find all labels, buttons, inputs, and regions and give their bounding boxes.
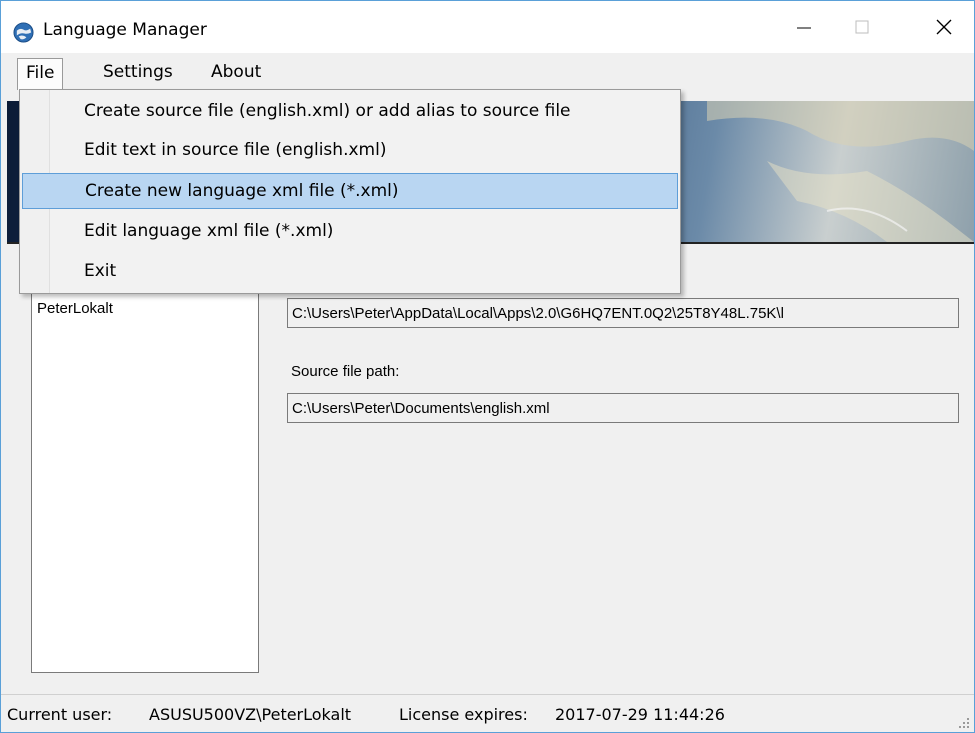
window-title: Language Manager — [43, 20, 207, 40]
maximize-button[interactable] — [839, 1, 885, 53]
menu-item-create-source-file[interactable]: Create source file (english.xml) or add … — [22, 94, 678, 130]
source-file-path-label: Source file path: — [291, 363, 400, 380]
menu-item-exit[interactable]: Exit — [22, 254, 678, 290]
minimize-icon — [797, 27, 811, 29]
file-menu-dropdown: Create source file (english.xml) or add … — [19, 89, 681, 294]
current-user-label: Current user: — [7, 705, 113, 724]
resize-grip-icon[interactable] — [958, 716, 970, 728]
close-button[interactable] — [921, 1, 967, 53]
menu-file[interactable]: File — [17, 58, 64, 90]
current-user-value: ASUSU500VZ\PeterLokalt — [149, 705, 352, 724]
list-item[interactable]: PeterLokalt — [37, 300, 113, 317]
license-expires-value: 2017-07-29 11:44:26 — [555, 705, 725, 724]
menu-item-edit-source-text[interactable]: Edit text in source file (english.xml) — [22, 133, 678, 169]
status-bar: Current user: ASUSU500VZ\PeterLokalt Lic… — [1, 694, 974, 732]
menu-item-edit-language-file[interactable]: Edit language xml file (*.xml) — [22, 214, 678, 250]
close-icon — [936, 19, 952, 35]
minimize-button[interactable] — [781, 1, 827, 53]
globe-icon — [13, 22, 34, 43]
users-list[interactable]: PeterLokalt — [31, 289, 259, 673]
menu-about[interactable]: About — [203, 58, 269, 88]
title-bar[interactable]: Language Manager — [1, 1, 974, 53]
menu-item-create-language-file[interactable]: Create new language xml file (*.xml) — [22, 173, 678, 209]
license-expires-label: License expires: — [399, 705, 528, 724]
menu-settings[interactable]: Settings — [95, 58, 181, 88]
maximize-icon — [855, 20, 869, 34]
source-file-path-field[interactable]: C:\Users\Peter\Documents\english.xml — [287, 393, 959, 423]
language-manager-window: Language Manager File Settings About Pet… — [0, 0, 975, 733]
app-data-path-field[interactable]: C:\Users\Peter\AppData\Local\Apps\2.0\G6… — [287, 298, 959, 328]
menu-bar: File Settings About — [1, 53, 974, 90]
